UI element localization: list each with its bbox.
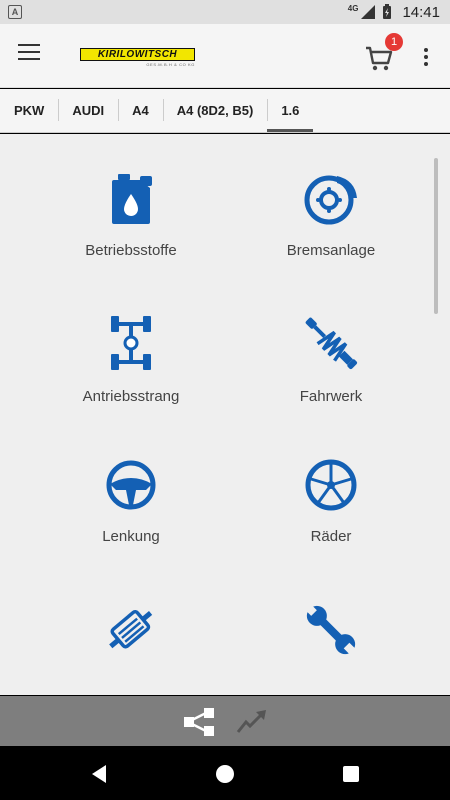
breadcrumb-item-audi[interactable]: AUDI xyxy=(58,89,118,132)
cart-button[interactable]: 1 xyxy=(364,33,403,74)
signal-icon xyxy=(361,5,376,19)
battery-icon xyxy=(383,4,392,19)
wheel-icon xyxy=(305,459,357,511)
status-bar: A 4G 14:41 xyxy=(0,0,450,24)
category-fahrwerk[interactable]: Fahrwerk xyxy=(231,314,431,405)
steering-wheel-icon xyxy=(106,460,156,510)
system-navigation-bar xyxy=(0,746,450,800)
brand-logo: KIRILOWITSCH GES.M.B.H & CO KG xyxy=(80,48,195,70)
exhaust-icon xyxy=(109,609,153,649)
back-icon[interactable] xyxy=(90,764,108,784)
category-label: Bremsanlage xyxy=(286,242,376,259)
home-icon[interactable] xyxy=(216,765,234,783)
category-label: Räder xyxy=(310,528,352,545)
scrollbar[interactable] xyxy=(434,158,438,314)
category-label: Antriebsstrang xyxy=(82,388,180,405)
category-tools[interactable] xyxy=(231,602,431,674)
category-exhaust[interactable] xyxy=(31,602,231,674)
share-icon[interactable] xyxy=(182,706,216,738)
network-type: 4G xyxy=(347,3,359,13)
breadcrumb-item-a4[interactable]: A4 xyxy=(118,89,163,132)
logo-subtext: GES.M.B.H & CO KG xyxy=(146,62,195,67)
breadcrumb-item-a4-8d2-b5[interactable]: A4 (8D2, B5) xyxy=(162,89,268,132)
category-label: Betriebsstoffe xyxy=(85,242,177,259)
app-toolbar: KIRILOWITSCH GES.M.B.H & CO KG 1 xyxy=(0,24,450,88)
drivetrain-icon xyxy=(111,316,151,370)
brake-disc-icon xyxy=(304,175,357,225)
oil-canister-icon xyxy=(112,174,152,224)
category-label: Fahrwerk xyxy=(299,388,363,405)
trending-up-icon[interactable] xyxy=(236,708,268,734)
hamburger-menu-icon[interactable] xyxy=(18,44,42,68)
shock-absorber-icon xyxy=(305,317,358,370)
category-raeder[interactable]: Räder xyxy=(231,458,431,545)
category-label: Lenkung xyxy=(102,528,160,545)
category-antriebsstrang[interactable]: Antriebsstrang xyxy=(31,314,231,405)
logo-text: KIRILOWITSCH xyxy=(80,48,195,61)
bottom-action-bar xyxy=(0,696,450,746)
breadcrumb-item-pkw[interactable]: PKW xyxy=(0,89,58,132)
category-lenkung[interactable]: Lenkung xyxy=(31,458,231,545)
breadcrumb-item-1-6[interactable]: 1.6 xyxy=(267,89,314,132)
wrench-icon xyxy=(304,603,357,656)
breadcrumb: PKW AUDI A4 A4 (8D2, B5) 1.6 xyxy=(0,89,450,133)
cart-count-badge: 1 xyxy=(385,33,403,51)
clock: 14:41 xyxy=(402,3,440,21)
more-options-icon[interactable] xyxy=(422,46,430,68)
category-bremsanlage[interactable]: Bremsanlage xyxy=(231,172,431,259)
recents-icon[interactable] xyxy=(343,766,359,782)
category-betriebsstoffe[interactable]: Betriebsstoffe xyxy=(31,172,231,259)
category-grid: Betriebsstoffe Bremsanlage Antriebsstran… xyxy=(0,134,450,695)
app-notification-icon: A xyxy=(8,5,22,19)
